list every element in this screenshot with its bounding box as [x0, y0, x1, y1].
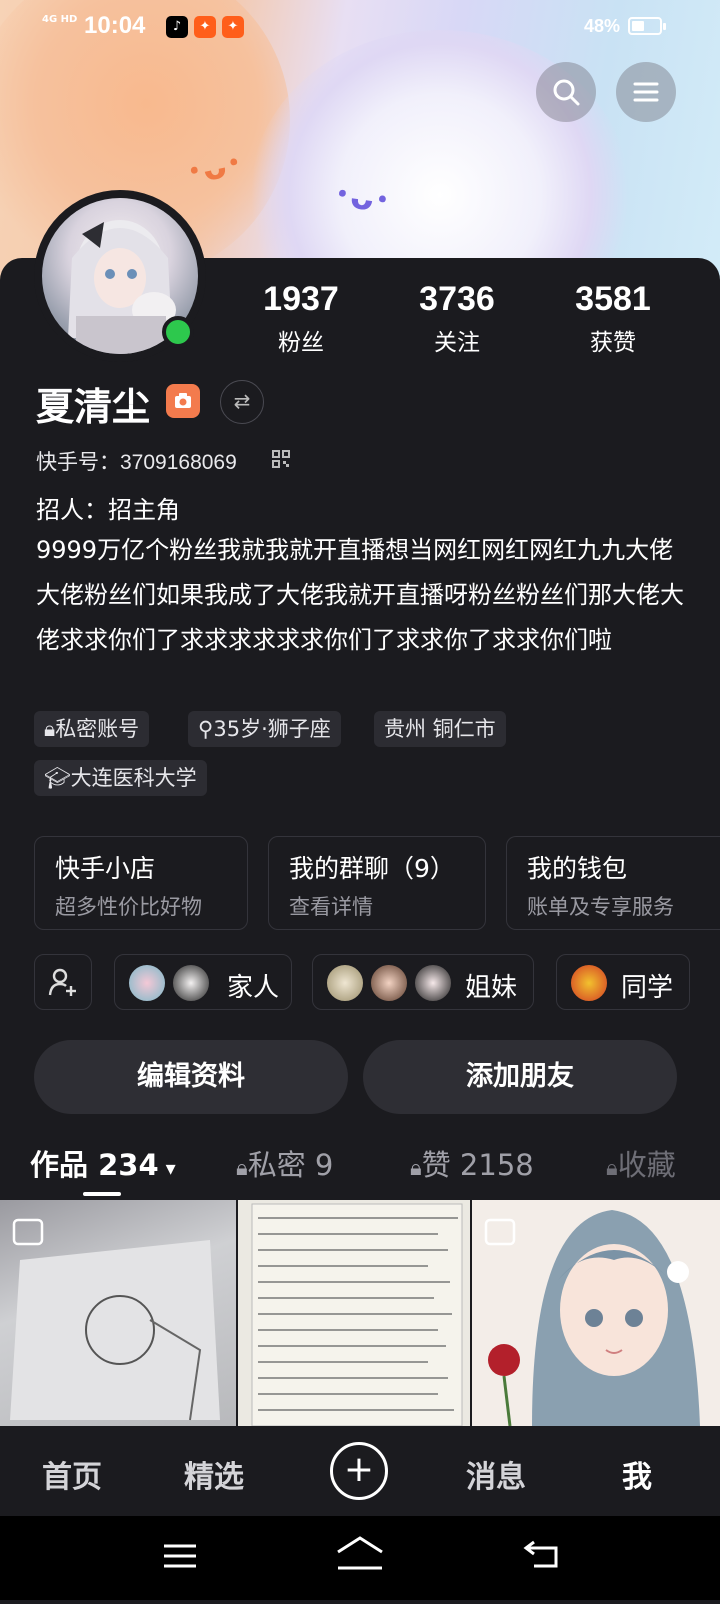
tab-liked[interactable]: 🔒︎赞 2158	[410, 1142, 534, 1184]
stat-label: 获赞	[590, 330, 636, 356]
tab-label: 收藏	[617, 1148, 676, 1182]
tag-label: 35岁·狮子座	[213, 717, 331, 741]
card-title: 我的钱包	[527, 854, 628, 883]
stat-likes[interactable]: 3581 获赞	[538, 280, 688, 357]
back-icon	[523, 1540, 558, 1568]
tab-label: 作品 234	[30, 1148, 159, 1182]
card-subtitle: 超多性价比好物	[55, 895, 202, 919]
nav-home[interactable]: 首页	[42, 1452, 102, 1496]
kuaishou-id[interactable]: 快手号：3709168069	[36, 446, 237, 476]
lock-icon: 🔒︎	[44, 717, 56, 741]
tab-works[interactable]: 作品 234 ▾	[30, 1142, 176, 1184]
system-nav-bar	[0, 1516, 720, 1600]
stat-value: 1937	[263, 280, 339, 318]
tab-private[interactable]: 🔒︎私密 9	[236, 1142, 333, 1184]
stat-label: 粉丝	[278, 330, 324, 356]
card-title: 我的群聊（9）	[289, 854, 455, 883]
hamburger-menu-icon	[633, 82, 659, 102]
member-avatar	[569, 963, 609, 1003]
plus-icon: +	[343, 1449, 375, 1490]
nav-featured[interactable]: 精选	[184, 1452, 244, 1496]
battery-percent: 48%	[584, 16, 621, 36]
kuaishou-icon: ✦	[194, 16, 216, 38]
graduation-cap-icon: 🎓︎	[44, 766, 71, 790]
gender-icon: ⚲	[198, 717, 214, 741]
network-indicator: 4G HD	[42, 14, 78, 25]
home-icon	[337, 1536, 383, 1570]
douyin-icon: ♪	[166, 16, 188, 38]
group-label: 姐妹	[465, 973, 518, 1003]
stat-value: 3581	[575, 280, 651, 318]
tab-favorites[interactable]: 🔒︎收藏	[606, 1142, 676, 1184]
cover-face-decoration: ･ᴗ･	[331, 174, 394, 222]
tag-private-account: 🔒︎私密账号	[34, 711, 150, 747]
thumbnail-girl-portrait	[484, 1210, 700, 1426]
switch-account-button[interactable]: ⇄	[220, 380, 264, 424]
add-user-icon	[48, 968, 76, 996]
add-friend-button[interactable]: 添加朋友	[363, 1040, 677, 1114]
tab-label: 赞 2158	[421, 1148, 534, 1182]
kuaishou-icon: ✦	[222, 16, 244, 38]
lock-icon: 🔒︎	[236, 1156, 248, 1181]
tag-location: 贵州 铜仁市	[374, 711, 506, 747]
nav-me[interactable]: 我	[622, 1452, 652, 1496]
group-label: 家人	[227, 973, 280, 1003]
system-nav-icons	[164, 1536, 558, 1570]
profile-name: 夏清尘	[36, 385, 151, 429]
stat-followers[interactable]: 1937 粉丝	[226, 280, 376, 357]
search-button[interactable]	[536, 62, 596, 122]
member-avatar	[127, 963, 167, 1003]
tab-label: 私密 9	[247, 1148, 334, 1182]
profile-bio: 9999万亿个粉丝我就我就开直播想当网红网红网红九九大佬大佬粉丝们如果我成了大佬…	[36, 536, 684, 654]
camera-icon	[175, 393, 191, 408]
card-kuaishou-shop[interactable]: 快手小店 超多性价比好物	[34, 836, 248, 930]
swap-icon: ⇄	[233, 389, 251, 413]
stat-label: 关注	[434, 330, 480, 356]
recruit-line: 招人：招主角	[36, 496, 180, 524]
member-avatar	[369, 963, 409, 1003]
card-my-wallet[interactable]: 我的钱包 账单及专享服务	[506, 836, 720, 930]
tag-school: 🎓︎大连医科大学	[34, 760, 207, 796]
creator-badge-icon[interactable]	[166, 384, 200, 418]
video-thumbnail[interactable]	[0, 1200, 236, 1426]
edit-profile-button[interactable]: 编辑资料	[34, 1040, 348, 1114]
group-family[interactable]: 家人	[114, 954, 292, 1010]
nav-messages[interactable]: 消息	[466, 1452, 526, 1496]
thumbnail-notes	[251, 1203, 463, 1426]
stat-value: 3736	[419, 280, 495, 318]
member-avatar	[325, 963, 365, 1003]
dropdown-triangle-icon: ▾	[158, 1156, 176, 1180]
tag-age-zodiac: ⚲35岁·狮子座	[188, 711, 341, 747]
card-subtitle: 查看详情	[289, 895, 373, 919]
card-my-group-chats[interactable]: 我的群聊（9） 查看详情	[268, 836, 486, 930]
group-label: 同学	[621, 973, 674, 1003]
status-bar: 4G HD 10:04 ♪ ✦ ✦ 48%	[0, 0, 720, 56]
add-group-button[interactable]	[34, 954, 92, 1010]
create-button[interactable]: +	[330, 1442, 388, 1500]
qr-code-icon[interactable]	[272, 450, 290, 468]
lock-icon: 🔒︎	[606, 1156, 618, 1181]
menu-button[interactable]	[616, 62, 676, 122]
member-avatar	[413, 963, 453, 1003]
video-thumbnail[interactable]	[472, 1200, 720, 1426]
status-time: 10:04	[84, 12, 146, 39]
battery-icon	[628, 17, 666, 35]
tag-label: 贵州 铜仁市	[384, 717, 496, 741]
lock-icon: 🔒︎	[410, 1156, 422, 1181]
member-avatar	[171, 963, 211, 1003]
online-status-dot	[162, 316, 194, 348]
active-tab-indicator	[83, 1192, 121, 1196]
recent-apps-icon	[164, 1544, 196, 1568]
bottom-nav: 首页 精选 + 消息 我	[0, 1426, 720, 1516]
tag-label: 私密账号	[55, 717, 140, 741]
card-subtitle: 账单及专享服务	[527, 895, 674, 919]
thumbnail-sketch	[10, 1218, 220, 1421]
search-icon	[553, 79, 580, 106]
stat-following[interactable]: 3736 关注	[382, 280, 532, 357]
group-classmates[interactable]: 同学	[556, 954, 690, 1010]
group-sisters[interactable]: 姐妹	[312, 954, 534, 1010]
video-thumbnail[interactable]	[238, 1200, 470, 1426]
tag-label: 大连医科大学	[70, 766, 197, 790]
card-title: 快手小店	[55, 854, 156, 883]
